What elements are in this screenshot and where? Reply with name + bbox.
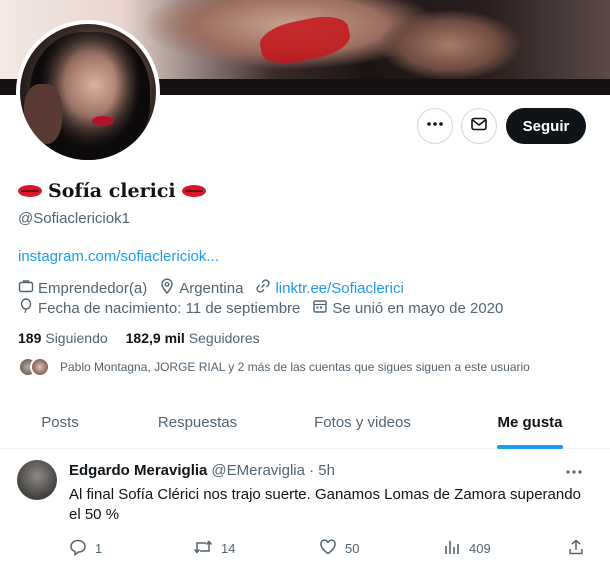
more-options-button[interactable] [417, 108, 453, 144]
tweet-actions: 1 14 50 409 [69, 538, 589, 556]
profile-handle: @Sofiaclericiok1 [18, 210, 130, 227]
like-button[interactable]: 50 [319, 538, 359, 559]
birthday-balloon-icon [18, 298, 38, 318]
profile-joined: Se unió en mayo de 2020 [312, 298, 503, 318]
reply-icon [69, 538, 87, 559]
follow-button[interactable]: Seguir [506, 108, 586, 144]
link-icon [255, 278, 275, 298]
profile-category: Emprendedor(a) [18, 278, 147, 298]
more-dots-icon [566, 462, 582, 479]
tab-likes[interactable]: Me gusta [450, 395, 610, 449]
tweet-text: Al final Sofía Clérici nos trajo suerte.… [69, 486, 581, 523]
profile-tabs: Posts Respuestas Fotos y videos Me gusta [0, 395, 610, 449]
followers-you-know[interactable]: Pablo Montagna, JORGE RIAL y 2 más de la… [18, 357, 530, 377]
lips-emoji-icon [18, 184, 42, 198]
lips-emoji-icon [181, 184, 206, 198]
banner-figure-arm [380, 10, 520, 80]
display-name-text: Sofía clerici [48, 180, 176, 202]
mail-icon [470, 115, 488, 138]
tweet[interactable]: Edgardo Meraviglia @EMeraviglia · 5h Al … [0, 450, 610, 571]
active-tab-indicator [497, 445, 563, 449]
tab-media[interactable]: Fotos y videos [275, 395, 450, 449]
message-button[interactable] [461, 108, 497, 144]
tab-replies[interactable]: Respuestas [120, 395, 275, 449]
profile-avatar[interactable] [16, 20, 160, 164]
profile-meta-row: Fecha de nacimiento: 11 de septiembre Se… [18, 298, 515, 318]
views-chart-icon [443, 538, 461, 559]
retweet-button[interactable]: 14 [193, 538, 235, 559]
bio-link[interactable]: instagram.com/sofiaclericiok... [18, 248, 219, 265]
tweet-handle-time[interactable]: @EMeraviglia · 5h [211, 462, 335, 479]
profile-website[interactable]: linktr.ee/Sofiaclerici [255, 278, 404, 298]
briefcase-icon [18, 278, 38, 298]
tab-posts[interactable]: Posts [0, 395, 120, 449]
profile-location: Argentina [159, 278, 243, 298]
avatar[interactable] [17, 460, 57, 500]
views-button[interactable]: 409 [443, 538, 491, 559]
tweet-header: Edgardo Meraviglia @EMeraviglia · 5h [69, 462, 335, 479]
following-link[interactable]: 189 Siguiendo [18, 330, 108, 346]
avatar-lips [92, 116, 114, 126]
profile-birthday: Fecha de nacimiento: 11 de septiembre [18, 298, 300, 318]
tweet-more-button[interactable] [566, 462, 582, 480]
share-button[interactable] [567, 538, 585, 559]
avatar [30, 357, 50, 377]
heart-icon [319, 538, 337, 559]
followers-link[interactable]: 182,9 mil Seguidores [126, 330, 260, 346]
follow-stats: 189 Siguiendo 182,9 mil Seguidores [18, 330, 260, 346]
calendar-icon [312, 298, 332, 318]
share-icon [567, 538, 585, 559]
location-pin-icon [159, 278, 179, 298]
tweet-author[interactable]: Edgardo Meraviglia [69, 462, 207, 479]
reply-button[interactable]: 1 [69, 538, 102, 559]
retweet-icon [193, 538, 213, 559]
avatar-hand [24, 84, 62, 144]
more-dots-icon [426, 115, 444, 138]
profile-meta-row: Emprendedor(a) Argentina linktr.ee/Sofia… [18, 278, 416, 298]
display-name: Sofía clerici [18, 180, 206, 202]
